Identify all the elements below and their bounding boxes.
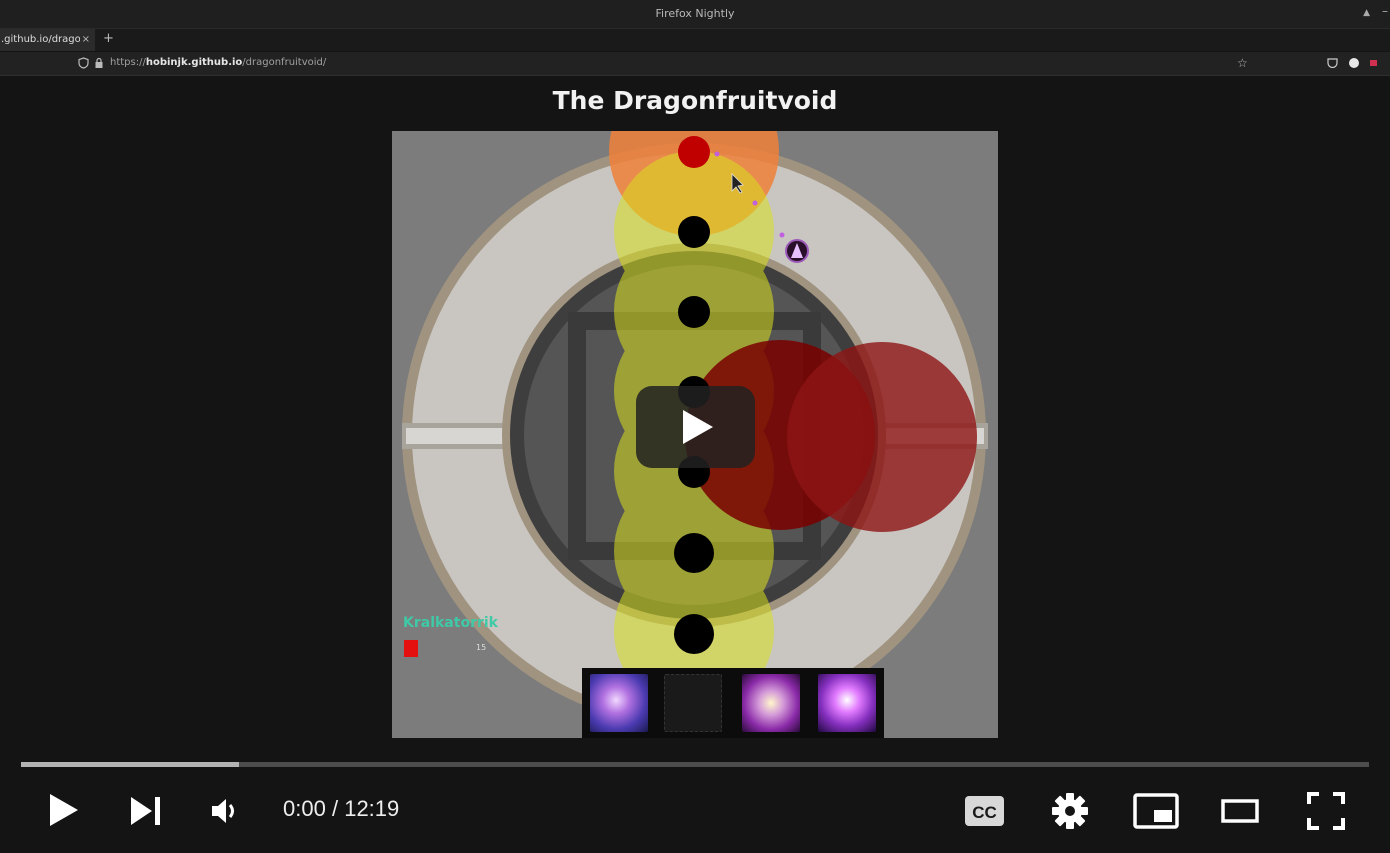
page-title: The Dragonfruitvoid [552,86,838,115]
navigation-bar: https://hobinjk.github.io/dragonfruitvoi… [0,52,1390,76]
window-title: Firefox Nightly [655,7,735,20]
skip-next-icon[interactable] [130,796,162,826]
play-icon[interactable] [48,793,80,827]
extension-icon[interactable] [1369,59,1378,67]
black-dot [674,614,714,654]
shield-icon[interactable] [78,57,89,69]
tab-strip: .github.io/dragon × + [0,29,1390,51]
tab-close-icon[interactable]: × [79,29,90,51]
gear-icon[interactable] [1051,792,1089,830]
volume-icon[interactable] [210,796,242,826]
url-prefix: https:// [110,57,146,68]
closed-captions-icon[interactable]: CC [964,795,1006,827]
red-dot [678,136,710,168]
url-host: hobinjk.github.io [145,57,243,68]
url-bar[interactable]: https://hobinjk.github.io/dragonfruitvoi… [110,57,326,68]
big-play-button[interactable] [636,386,755,468]
bookmark-star-icon[interactable]: ☆ [1237,57,1248,69]
fullscreen-icon[interactable] [1307,792,1345,830]
account-icon[interactable] [1348,57,1360,69]
new-tab-button[interactable]: + [103,29,114,49]
ability-icon[interactable] [590,674,648,732]
time-separator: / [331,796,339,821]
browser-tab[interactable]: .github.io/dragon × [0,29,95,51]
lock-icon[interactable] [94,57,104,69]
ability-icon[interactable] [742,674,800,732]
ability-bar [582,668,884,738]
progress-bar[interactable] [21,762,1369,767]
buffered-bar [21,762,240,767]
ability-slot-empty[interactable] [664,674,722,732]
url-path: /dragonfruitvoid/ [242,57,327,68]
minimize-icon[interactable]: – [1382,4,1388,18]
current-time: 0:00 [283,796,326,821]
duration: 12:19 [344,796,400,821]
tab-label: .github.io/dragon [1,34,88,45]
cc-label: CC [972,803,997,822]
red-void-zone [787,342,977,532]
player-name: Kralkatorrik [403,615,498,631]
time-display: 0:00 / 12:19 [283,796,399,822]
theater-mode-icon[interactable] [1221,799,1259,823]
pocket-icon[interactable] [1327,58,1338,68]
player-health-bar [404,640,418,657]
player-level: 15 [476,643,487,652]
black-dot [678,296,710,328]
up-arrow-icon[interactable]: ▲ [1363,8,1370,18]
miniplayer-icon[interactable] [1133,793,1179,829]
browser-title-bar: Firefox Nightly ▲ – [0,0,1390,29]
black-dot [678,216,710,248]
black-dot [674,533,714,573]
ability-icon[interactable] [818,674,876,732]
